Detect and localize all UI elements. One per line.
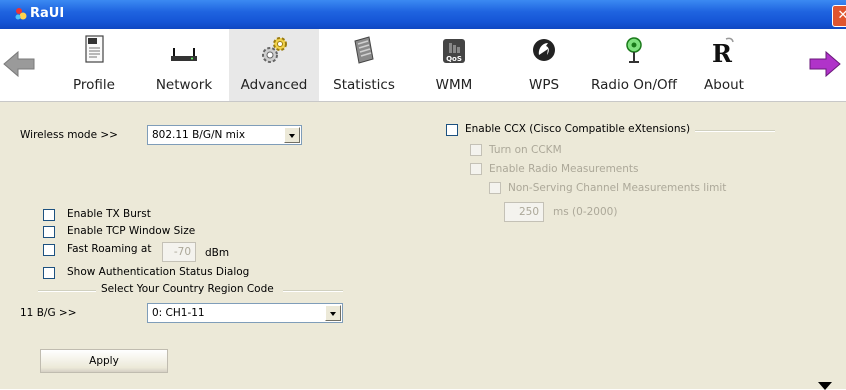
forward-arrow-icon[interactable] bbox=[808, 49, 842, 79]
toolbar-wps-button[interactable]: WPS bbox=[499, 29, 589, 101]
wmm-qos-icon: QoS bbox=[443, 39, 465, 63]
ccx-label: Enable CCX (Cisco Compatible eXtensions) bbox=[465, 123, 691, 135]
wireless-mode-label: Wireless mode >> bbox=[20, 129, 118, 141]
toolbar-wmm-label: WMM bbox=[435, 77, 473, 93]
auth-dialog-checkbox[interactable] bbox=[43, 267, 55, 279]
fast-roaming-threshold-input[interactable]: -70 bbox=[162, 242, 196, 262]
apply-button[interactable]: Apply bbox=[40, 349, 168, 373]
chevron-down-icon[interactable] bbox=[284, 127, 300, 143]
auth-dialog-label: Show Authentication Status Dialog bbox=[67, 266, 250, 278]
back-arrow-icon[interactable] bbox=[2, 49, 36, 79]
fast-roaming-label: Fast Roaming at bbox=[67, 243, 152, 255]
toolbar-about-button[interactable]: R About bbox=[679, 29, 769, 101]
toolbar-wmm-button[interactable]: QoS WMM bbox=[409, 29, 499, 101]
country-region-value: 0: CH1-11 bbox=[152, 307, 205, 319]
tx-burst-checkbox[interactable] bbox=[43, 209, 55, 221]
ralink-logo-icon: R bbox=[712, 37, 734, 65]
advanced-settings-panel: Wireless mode >> 802.11 B/G/N mix Enable… bbox=[0, 102, 846, 390]
radio-measurements-checkbox[interactable] bbox=[470, 163, 482, 175]
toolbar-statistics-button[interactable]: Statistics bbox=[319, 29, 409, 101]
wireless-mode-value: 802.11 B/G/N mix bbox=[152, 129, 246, 141]
wireless-mode-select[interactable]: 802.11 B/G/N mix bbox=[147, 125, 302, 145]
toolbar-network-button[interactable]: Network bbox=[139, 29, 229, 101]
non-serving-limit-checkbox[interactable] bbox=[489, 182, 501, 194]
toolbar-advanced-label: Advanced bbox=[240, 77, 308, 93]
country-region-select[interactable]: 0: CH1-11 bbox=[147, 303, 343, 323]
region-separator-right bbox=[283, 290, 343, 292]
network-router-icon bbox=[171, 48, 197, 61]
country-region-legend: Select Your Country Region Code bbox=[101, 283, 274, 295]
ccx-checkbox[interactable] bbox=[446, 124, 458, 136]
cckm-label: Turn on CCKM bbox=[489, 144, 562, 156]
tcp-window-label: Enable TCP Window Size bbox=[67, 225, 196, 237]
toolbar-wps-label: WPS bbox=[528, 77, 560, 93]
ccx-separator bbox=[695, 130, 775, 132]
toolbar-radio-label: Radio On/Off bbox=[591, 77, 677, 93]
radio-antenna-icon bbox=[626, 37, 642, 63]
close-button[interactable]: ✕ bbox=[832, 5, 846, 27]
toolbar-about-label: About bbox=[704, 77, 744, 93]
toolbar-radio-button[interactable]: Radio On/Off bbox=[589, 29, 679, 101]
toolbar-advanced-button[interactable]: Advanced bbox=[229, 29, 319, 101]
cckm-checkbox[interactable] bbox=[470, 144, 482, 156]
app-icon bbox=[15, 8, 27, 20]
fast-roaming-checkbox[interactable] bbox=[43, 244, 55, 256]
toolbar-network-label: Network bbox=[155, 77, 213, 93]
svg-text:QoS: QoS bbox=[446, 55, 462, 63]
toolbar-profile-button[interactable]: Profile bbox=[49, 29, 139, 101]
non-serving-limit-unit: ms (0-2000) bbox=[553, 206, 618, 218]
toolbar: Profile Network Advanced Statistics QoS … bbox=[0, 29, 846, 102]
wps-icon bbox=[533, 39, 555, 61]
toolbar-profile-label: Profile bbox=[73, 77, 115, 93]
non-serving-limit-label: Non-Serving Channel Measurements limit bbox=[508, 182, 727, 194]
window-title: RaUI bbox=[30, 6, 65, 21]
radio-measurements-label: Enable Radio Measurements bbox=[489, 163, 639, 175]
tcp-window-checkbox[interactable] bbox=[43, 226, 55, 238]
region-separator-left bbox=[38, 290, 96, 292]
toolbar-statistics-label: Statistics bbox=[333, 77, 395, 93]
title-bar: RaUI ✕ bbox=[0, 0, 846, 29]
gears-icon bbox=[262, 37, 287, 63]
tx-burst-label: Enable TX Burst bbox=[67, 208, 151, 220]
fast-roaming-unit: dBm bbox=[205, 247, 230, 259]
non-serving-limit-input[interactable]: 250 bbox=[504, 202, 544, 222]
statistics-icon bbox=[354, 36, 374, 64]
svg-text:R: R bbox=[712, 39, 733, 65]
profile-document-icon bbox=[85, 35, 104, 63]
chevron-down-icon[interactable] bbox=[325, 305, 341, 321]
country-region-label: 11 B/G >> bbox=[20, 307, 77, 319]
